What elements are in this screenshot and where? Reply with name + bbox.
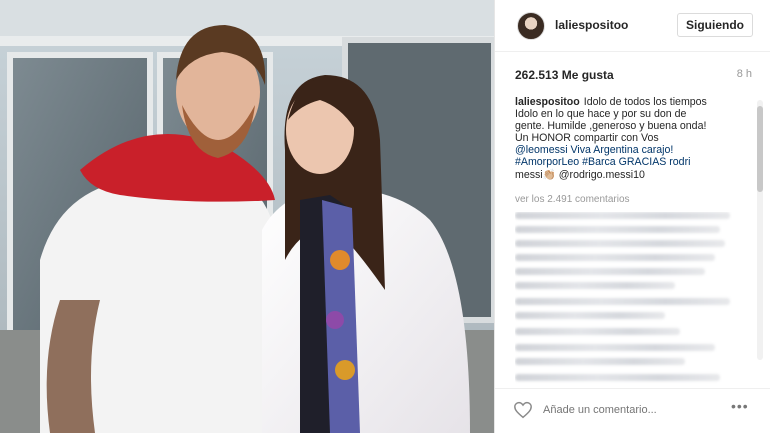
post-footer: ••• [495, 388, 770, 433]
blurred-comment [515, 328, 680, 335]
post-photo [0, 0, 494, 433]
blurred-comment [515, 344, 715, 351]
caption-hashtag-line[interactable]: #AmorporLeo #Barca GRACIAS rodri [515, 156, 743, 168]
blurred-comment [515, 374, 720, 381]
caption-line: Idolo de todos los tiempos [583, 96, 707, 108]
avatar[interactable] [517, 12, 545, 40]
post-header: laliespositoo Siguiendo [495, 0, 770, 52]
blurred-comment [515, 212, 730, 219]
scrollbar-thumb[interactable] [757, 106, 763, 192]
post-caption: laliespositoo Idolo de todos los tiempos … [515, 96, 743, 181]
blurred-comment [515, 312, 665, 319]
view-all-comments-link[interactable]: ver los 2.491 comentarios [515, 194, 630, 205]
more-options-icon[interactable]: ••• [731, 398, 749, 414]
caption-line: Un HONOR compartir con Vos [515, 132, 659, 145]
add-comment-input[interactable] [543, 400, 723, 420]
comments-scrollbar[interactable] [757, 100, 763, 360]
blurred-comment [515, 298, 730, 305]
caption-line: Idolo en lo que hace y por su don de [515, 108, 687, 121]
heart-icon[interactable] [513, 401, 533, 419]
caption-line: gente. Humilde ,generoso y buena onda! [515, 120, 707, 133]
caption-username[interactable]: laliespositoo [515, 96, 580, 108]
caption-mention-line[interactable]: @leomessi Viva Argentina carajo! [515, 144, 743, 156]
following-button[interactable]: Siguiendo [677, 13, 753, 37]
post-time[interactable]: 8 h [737, 68, 752, 80]
photo-illustration [0, 0, 494, 433]
likes-count[interactable]: 262.513 Me gusta [515, 68, 614, 82]
blurred-comment [515, 282, 675, 289]
blurred-comment [515, 268, 705, 275]
caption-line[interactable]: messi👏🏼 @rodrigo.messi10 [515, 169, 743, 181]
blurred-comment [515, 226, 720, 233]
blurred-comments-list [515, 212, 743, 390]
blurred-comment [515, 254, 715, 261]
post-username[interactable]: laliespositoo [555, 18, 628, 32]
post-side-panel: laliespositoo Siguiendo 262.513 Me gusta… [494, 0, 770, 433]
blurred-comment [515, 358, 685, 365]
blurred-comment [515, 240, 725, 247]
